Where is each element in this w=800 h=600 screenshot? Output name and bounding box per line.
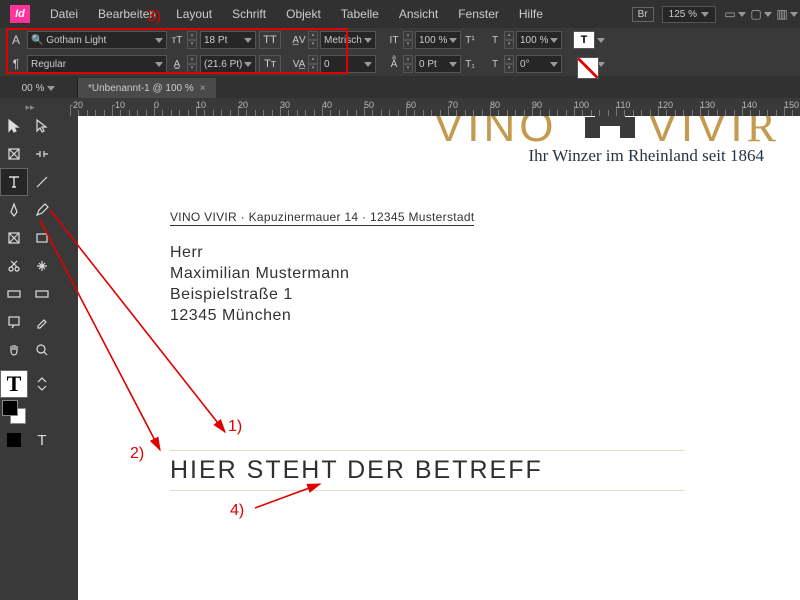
control-panel: A 🔍 Gotham Light тT ▴▾ 18 Pt TT A̲V ▴▾ M… xyxy=(0,28,800,76)
skew-icon: T xyxy=(488,57,502,71)
font-size-stepper[interactable]: ▴▾ xyxy=(187,31,197,49)
screen-mode-icon[interactable]: ▢ xyxy=(750,4,772,24)
character-formatting-icon[interactable]: A xyxy=(8,33,24,47)
leading-icon: A͇ xyxy=(170,57,184,71)
menu-bar: Id Datei Bearbeiten Layout Schrift Objek… xyxy=(0,0,800,28)
menu-layout[interactable]: Layout xyxy=(166,7,222,21)
fill-text-button[interactable]: T xyxy=(573,31,595,49)
app-logo-icon: Id xyxy=(10,5,30,23)
address-block: Herr Maximilian Mustermann Beispielstraß… xyxy=(170,242,349,326)
kerning-field[interactable]: Metrisch xyxy=(320,31,376,49)
baseline-icon: Aͣ xyxy=(387,57,401,71)
rectangle-frame-tool[interactable] xyxy=(0,224,28,252)
leading-field[interactable]: (21.6 Pt) xyxy=(200,55,256,73)
subject-block: HIER STEHT DER BETREFF xyxy=(170,450,685,491)
superscript-icon[interactable]: T¹ xyxy=(463,33,477,47)
direct-selection-tool[interactable] xyxy=(28,112,56,140)
fill-stroke-swatch[interactable] xyxy=(0,398,28,426)
note-tool[interactable] xyxy=(0,308,28,336)
default-fill-stroke-icon[interactable] xyxy=(28,398,56,426)
font-style-dropdown[interactable]: Regular xyxy=(27,55,167,73)
pencil-tool[interactable] xyxy=(28,196,56,224)
menu-tabelle[interactable]: Tabelle xyxy=(331,7,389,21)
apply-color-button[interactable] xyxy=(0,426,28,454)
eyedropper-tool[interactable] xyxy=(28,308,56,336)
transform-tool[interactable] xyxy=(28,252,56,280)
gradient-swatch-tool[interactable] xyxy=(0,280,28,308)
pen-tool[interactable] xyxy=(0,196,28,224)
menu-fenster[interactable]: Fenster xyxy=(448,7,509,21)
all-caps-button[interactable]: TT xyxy=(259,31,281,49)
document-tab-bar: 00 % *Unbenannt-1 @ 100 %× xyxy=(0,76,800,98)
baseline-stepper[interactable]: ▴▾ xyxy=(403,55,413,73)
formatting-container-icon[interactable]: T xyxy=(28,426,56,454)
menu-bearbeiten[interactable]: Bearbeiten xyxy=(88,7,166,21)
kerning-icon: A̲V xyxy=(292,33,306,47)
sender-line: VINO VIVIR · Kapuzinermauer 14 · 12345 M… xyxy=(170,210,474,226)
kerning-stepper[interactable]: ▴▾ xyxy=(308,31,318,49)
view-options-icon[interactable]: ▭ xyxy=(724,4,746,24)
scissors-tool[interactable] xyxy=(0,252,28,280)
baseline-field[interactable]: 0 Pt xyxy=(415,55,461,73)
gradient-feather-tool[interactable] xyxy=(28,280,56,308)
zoom-readout: 00 % xyxy=(0,78,78,98)
subscript-icon[interactable]: T₁ xyxy=(463,57,477,71)
swap-fill-stroke-icon[interactable] xyxy=(28,370,56,398)
menu-hilfe[interactable]: Hilfe xyxy=(509,7,553,21)
document-tab[interactable]: *Unbenannt-1 @ 100 %× xyxy=(78,78,216,98)
vscale-stepper[interactable]: ▴▾ xyxy=(403,31,413,49)
menu-schrift[interactable]: Schrift xyxy=(222,7,276,21)
tracking-icon: VA̲ xyxy=(292,57,306,71)
vertical-ruler[interactable] xyxy=(60,116,78,600)
page-tool[interactable] xyxy=(0,140,28,168)
vscale-field[interactable]: 100 % xyxy=(415,31,461,49)
hscale-field[interactable]: 100 % xyxy=(516,31,562,49)
small-caps-button[interactable]: Tт xyxy=(259,55,281,73)
arrange-docs-icon[interactable]: ▥ xyxy=(776,4,798,24)
tracking-field[interactable]: 0 xyxy=(320,55,376,73)
zoom-tool[interactable] xyxy=(28,336,56,364)
text-fill-indicator[interactable]: T xyxy=(0,370,28,398)
rectangle-tool[interactable] xyxy=(28,224,56,252)
font-size-field[interactable]: 18 Pt xyxy=(200,31,256,49)
hscale-icon: T xyxy=(488,33,502,47)
document-canvas[interactable]: VINO VIVIR Ihr Winzer im Rheinland seit … xyxy=(78,116,800,600)
tracking-stepper[interactable]: ▴▾ xyxy=(308,55,318,73)
type-tool[interactable] xyxy=(0,168,28,196)
hscale-stepper[interactable]: ▴▾ xyxy=(504,31,514,49)
hand-tool[interactable] xyxy=(0,336,28,364)
paragraph-formatting-icon[interactable]: ¶ xyxy=(8,57,24,71)
menu-datei[interactable]: Datei xyxy=(40,7,88,21)
line-tool[interactable] xyxy=(28,168,56,196)
menu-objekt[interactable]: Objekt xyxy=(276,7,331,21)
no-fill-button[interactable] xyxy=(577,57,599,79)
selection-tool[interactable] xyxy=(0,112,28,140)
font-family-dropdown[interactable]: 🔍 Gotham Light xyxy=(27,31,167,49)
subject-text[interactable]: HIER STEHT DER BETREFF xyxy=(170,451,685,490)
vscale-icon: IT xyxy=(387,33,401,47)
tagline-text: Ihr Winzer im Rheinland seit 1864 xyxy=(528,146,764,166)
skew-stepper[interactable]: ▴▾ xyxy=(504,55,514,73)
zoom-level-dropdown[interactable]: 125 % xyxy=(662,6,716,23)
horizontal-ruler[interactable]: -20-100102030405060708090100110120130140… xyxy=(60,98,800,116)
skew-field[interactable]: 0° xyxy=(516,55,562,73)
tool-panel: ▸▸ T T xyxy=(0,98,60,600)
font-size-icon: тT xyxy=(170,33,184,47)
bridge-button[interactable]: Br xyxy=(632,7,654,22)
close-tab-icon[interactable]: × xyxy=(200,83,206,94)
leading-stepper[interactable]: ▴▾ xyxy=(187,55,197,73)
gap-tool[interactable] xyxy=(28,140,56,168)
menu-ansicht[interactable]: Ansicht xyxy=(389,7,448,21)
